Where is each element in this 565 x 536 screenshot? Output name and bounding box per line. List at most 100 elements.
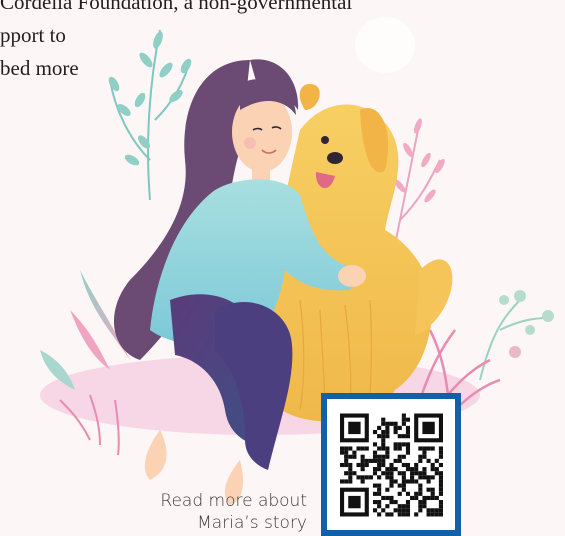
qr-module: [418, 446, 423, 451]
qr-module: [377, 425, 382, 430]
qr-module: [397, 483, 402, 488]
qr-module: [389, 471, 394, 476]
qr-module: [401, 462, 406, 468]
qr-module: [340, 462, 345, 468]
qr-module: [405, 425, 411, 430]
qr-module: [389, 467, 394, 472]
qr-module: [410, 479, 415, 484]
qr-module: [434, 458, 439, 463]
qr-module: [381, 442, 386, 447]
right-twig: [479, 299, 549, 381]
qr-module: [360, 446, 365, 451]
qr-module: [372, 450, 378, 455]
qr-module: [430, 495, 435, 501]
qr-module: [372, 500, 378, 505]
qr-module: [344, 450, 349, 455]
qr-module: [377, 491, 382, 496]
qr-module: [401, 471, 406, 476]
qr-module: [405, 429, 411, 435]
qr-module: [410, 471, 415, 476]
qr-module: [364, 475, 369, 480]
qr-module: [340, 479, 345, 484]
qr-module: [422, 495, 427, 501]
qr-module: [401, 487, 406, 492]
qr-module: [430, 508, 435, 513]
qr-module: [385, 475, 390, 480]
qr-module: [422, 471, 427, 476]
qr-module: [438, 475, 443, 480]
qr-module: [438, 454, 443, 459]
qr-module: [377, 504, 382, 509]
qr-module: [397, 471, 402, 476]
qr-module: [397, 446, 402, 451]
qr-module: [364, 446, 369, 451]
qr-module: [397, 512, 402, 517]
qr-module: [372, 491, 378, 496]
qr-module: [385, 421, 390, 426]
qr-module: [418, 487, 423, 492]
qr-module: [385, 454, 390, 459]
qr-module: [434, 471, 439, 476]
qr-module: [422, 446, 427, 451]
qr-module: [401, 512, 406, 517]
qr-module: [397, 434, 402, 439]
caption-line-1: Read more about: [160, 491, 307, 511]
qr-module: [385, 450, 390, 455]
qr-module: [430, 462, 435, 468]
qr-module: [372, 467, 378, 472]
qr-module: [410, 495, 415, 501]
qr-module: [344, 446, 349, 451]
qr-module: [377, 446, 382, 451]
qr-module: [389, 479, 394, 484]
qr-module: [377, 434, 382, 439]
qr-module: [422, 454, 427, 459]
qr-module: [430, 475, 435, 480]
qr-module: [414, 479, 419, 484]
qr-module: [401, 483, 406, 488]
qr-module: [414, 512, 419, 517]
qr-module: [401, 475, 406, 480]
qr-module: [381, 429, 386, 435]
qr-module: [381, 458, 386, 463]
qr-module: [344, 454, 349, 459]
qr-code-icon: [340, 413, 443, 517]
qr-module: [430, 487, 435, 492]
qr-module: [434, 508, 439, 513]
qr-module: [372, 508, 378, 513]
qr-module: [401, 413, 406, 418]
qr-module: [385, 512, 390, 517]
qr-module: [344, 458, 349, 463]
qr-module: [348, 454, 353, 459]
qr-module: [372, 471, 378, 476]
qr-module: [377, 483, 382, 488]
qr-module: [438, 508, 443, 513]
qr-module: [381, 417, 386, 422]
qr-module: [393, 508, 398, 513]
qr-module: [422, 450, 427, 455]
qr-module: [377, 467, 382, 472]
qr-module: [397, 491, 402, 496]
qr-module: [356, 475, 361, 480]
qr-module: [418, 471, 423, 476]
qr-module: [385, 467, 390, 472]
qr-module: [360, 462, 365, 468]
qr-module: [397, 504, 402, 509]
qr-module: [405, 462, 411, 468]
qr-module: [430, 491, 435, 496]
qr-module: [438, 491, 443, 496]
qr-module: [385, 434, 390, 439]
qr-module: [426, 508, 431, 513]
qr-module: [372, 429, 378, 435]
qr-module: [434, 512, 439, 517]
qr-module: [348, 462, 353, 468]
qr-module: [426, 495, 431, 501]
qr-module: [381, 454, 386, 459]
qr-module: [426, 475, 431, 480]
qr-module: [422, 467, 427, 472]
qr-module: [385, 495, 390, 501]
qr-module: [385, 429, 390, 435]
qr-code-frame[interactable]: [321, 393, 461, 536]
qr-module: [414, 462, 419, 468]
qr-module: [397, 425, 402, 430]
qr-module: [389, 421, 394, 426]
